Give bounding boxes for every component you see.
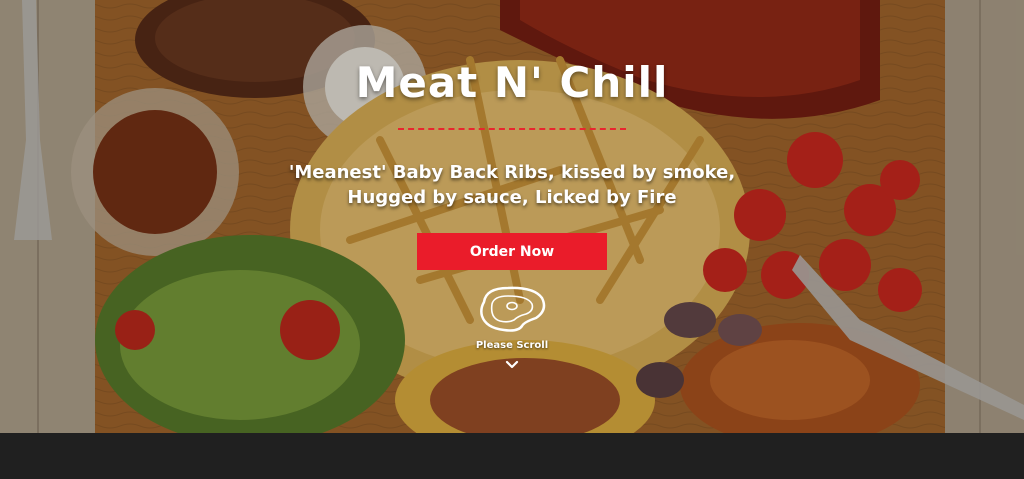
hero-tagline: 'Meanest' Baby Back Ribs, kissed by smok… <box>262 160 762 210</box>
steak-icon <box>480 286 546 332</box>
tagline-line-2: Hugged by sauce, Licked by Fire <box>347 187 677 208</box>
hero-title: Meat N' Chill <box>355 58 669 107</box>
hero-section: Meat N' Chill 'Meanest' Baby Back Ribs, … <box>0 0 1024 433</box>
chevron-down-icon <box>505 360 519 369</box>
order-now-button[interactable]: Order Now <box>417 233 607 270</box>
hero-content: Meat N' Chill 'Meanest' Baby Back Ribs, … <box>0 0 1024 433</box>
tagline-line-1: 'Meanest' Baby Back Ribs, kissed by smok… <box>288 162 736 183</box>
dark-section-band <box>0 433 1024 479</box>
scroll-indicator[interactable]: Please Scroll <box>462 284 562 376</box>
title-divider <box>398 128 626 130</box>
scroll-label: Please Scroll <box>475 340 549 351</box>
